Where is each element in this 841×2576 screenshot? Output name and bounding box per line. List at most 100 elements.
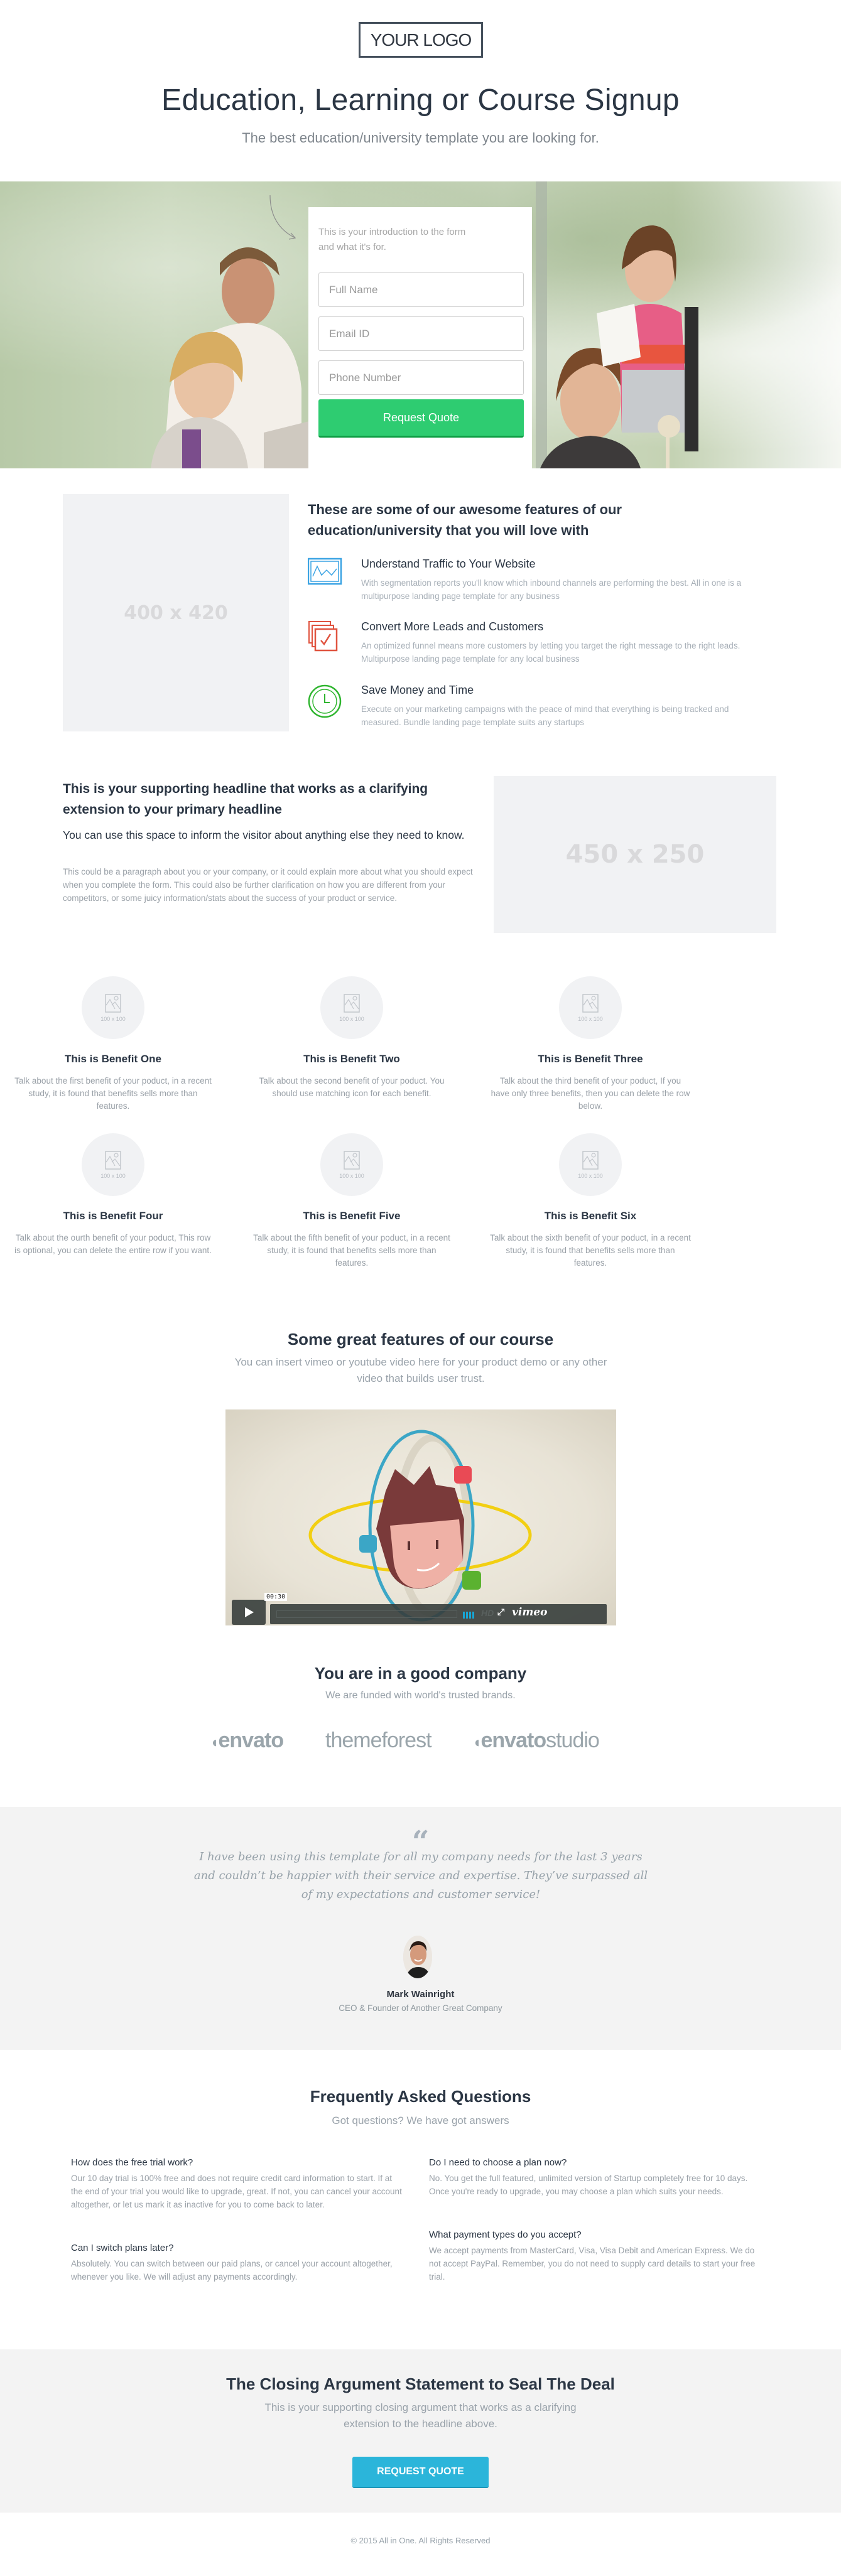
- benefit-image-placeholder: 100 x 100: [320, 1133, 383, 1196]
- supporting-body: This could be a paragraph about you or y…: [63, 867, 473, 903]
- faq-item: How does the free trial work? Our 10 day…: [71, 2157, 404, 2211]
- page-title: Education, Learning or Course Signup: [161, 84, 680, 117]
- faq-item: What payment types do you accept? We acc…: [429, 2229, 762, 2283]
- benefit-description: Talk about the ourth benefit of your pod…: [14, 1233, 212, 1255]
- landing-page: YOUR LOGO Education, Learning or Course …: [0, 0, 841, 2576]
- video-player[interactable]: 00:30 HD ⤢ vimeo: [225, 1409, 616, 1625]
- feature-title: Save Money and Time: [361, 684, 474, 696]
- faq-question: How does the free trial work?: [71, 2157, 193, 2168]
- placeholder-label: 100 x 100: [339, 1016, 364, 1022]
- testimonial-section: “ I have been using this template for al…: [0, 1807, 841, 2050]
- faq-question: What payment types do you accept?: [429, 2229, 582, 2240]
- avatar-photo: [403, 1936, 432, 1978]
- brand-logo-themeforest: themeforest: [325, 1728, 432, 1752]
- benefit-title: This is Benefit Four: [63, 1210, 163, 1222]
- supporting-headline: This is your supporting headline that wo…: [63, 782, 428, 817]
- footer-copyright: © 2015 All in One. All Rights Reserved: [350, 2536, 491, 2545]
- benefit-description: Talk about the second benefit of your po…: [259, 1076, 445, 1098]
- logo-text: YOUR LOGO: [370, 30, 472, 50]
- video-progress-bar[interactable]: [276, 1610, 457, 1618]
- closing-request-quote-button[interactable]: REQUEST QUOTE: [352, 2457, 489, 2488]
- play-button[interactable]: [232, 1600, 266, 1625]
- testimonial-name: Mark Wainright: [386, 1989, 455, 2000]
- faq-answer: We accept payments from MasterCard, Visa…: [429, 2246, 756, 2282]
- placeholder-label: 400 x 420: [124, 601, 228, 624]
- arrow-sketch-icon: [269, 195, 296, 240]
- benefit-title: This is Benefit Two: [303, 1053, 400, 1065]
- brands-title: You are in a good company: [314, 1664, 527, 1683]
- faq-item: Can I switch plans later? Absolutely. Yo…: [71, 2243, 404, 2283]
- benefit-image-placeholder: 100 x 100: [559, 1133, 622, 1196]
- feature-description: An optimized funnel means more customers…: [361, 641, 741, 664]
- faq-title: Frequently Asked Questions: [310, 2087, 531, 2106]
- faq-answer: No. You get the full featured, unlimited…: [429, 2174, 748, 2196]
- page-subtitle: The best education/university template y…: [242, 130, 599, 146]
- supporting-subheadline: You can use this space to inform the vis…: [63, 829, 465, 841]
- benefit-title: This is Benefit Five: [303, 1210, 401, 1222]
- faq-item: Do I need to choose a plan now? No. You …: [429, 2157, 762, 2198]
- placeholder-label: 100 x 100: [100, 1173, 126, 1179]
- video-section-subtitle: You can insert vimeo or youtube video he…: [234, 1356, 607, 1384]
- benefit-image-placeholder: 100 x 100: [559, 976, 622, 1039]
- closing-subtitle: This is your supporting closing argument…: [264, 2401, 577, 2430]
- full-name-input[interactable]: [318, 272, 524, 307]
- benefit-title: This is Benefit One: [65, 1053, 161, 1065]
- benefit-image-placeholder: 100 x 100: [82, 976, 144, 1039]
- placeholder-label: 450 x 250: [565, 840, 705, 869]
- faq-answer: Absolutely. You can switch between our p…: [71, 2259, 393, 2282]
- benefit-description: Talk about the fifth benefit of your pod…: [253, 1233, 450, 1268]
- benefit-description: Talk about the sixth benefit of your pod…: [490, 1233, 691, 1268]
- hd-toggle[interactable]: HD: [481, 1608, 494, 1618]
- signup-form: This is your introduction to the form an…: [308, 207, 532, 468]
- brands-subtitle: We are funded with world's trusted brand…: [325, 1690, 516, 1701]
- benefit-description: Talk about the first benefit of your pod…: [14, 1076, 212, 1111]
- benefit-title: This is Benefit Three: [538, 1053, 643, 1065]
- feature-title: Understand Traffic to Your Website: [361, 558, 536, 570]
- image-icon: [105, 1151, 121, 1170]
- video-control-bar: HD ⤢ vimeo: [270, 1604, 607, 1624]
- envato-leaf-icon: ◖: [472, 1734, 481, 1751]
- features-image-placeholder: 400 x 420: [63, 494, 289, 731]
- image-icon: [344, 994, 360, 1013]
- benefit-description: Talk about the third benefit of your pod…: [491, 1076, 690, 1111]
- clock-icon: [308, 684, 342, 718]
- vimeo-logo[interactable]: vimeo: [512, 1606, 547, 1619]
- fullscreen-icon[interactable]: ⤢: [497, 1607, 504, 1617]
- logo[interactable]: YOUR LOGO: [359, 22, 483, 58]
- avatar: [403, 1936, 432, 1978]
- placeholder-label: 100 x 100: [339, 1173, 364, 1179]
- faq-subtitle: Got questions? We have got answers: [332, 2115, 509, 2126]
- image-icon: [582, 994, 599, 1013]
- features-heading: These are some of our awesome features o…: [308, 502, 622, 538]
- testimonial-quote: I have been using this template for all …: [193, 1850, 648, 1901]
- placeholder-label: 100 x 100: [578, 1173, 603, 1179]
- supporting-image-placeholder: 450 x 250: [494, 776, 776, 933]
- volume-icon[interactable]: [463, 1612, 475, 1619]
- request-quote-button[interactable]: Request Quote: [318, 399, 524, 438]
- benefit-title: This is Benefit Six: [544, 1210, 637, 1222]
- phone-input[interactable]: [318, 360, 524, 395]
- faq-question: Can I switch plans later?: [71, 2243, 174, 2253]
- brand-logo-envato: ◖envato: [210, 1728, 284, 1752]
- feature-title: Convert More Leads and Customers: [361, 620, 544, 633]
- image-icon: [344, 1151, 360, 1170]
- feature-description: With segmentation reports you'll know wh…: [361, 578, 742, 601]
- closing-section: The Closing Argument Statement to Seal T…: [0, 2349, 841, 2513]
- placeholder-label: 100 x 100: [100, 1016, 126, 1022]
- envato-leaf-icon: ◖: [210, 1734, 219, 1751]
- feature-description: Execute on your marketing campaigns with…: [361, 704, 729, 727]
- faq-question: Do I need to choose a plan now?: [429, 2157, 567, 2168]
- image-icon: [105, 994, 121, 1013]
- benefit-image-placeholder: 100 x 100: [320, 976, 383, 1039]
- documents-check-icon: [308, 621, 338, 652]
- faq-answer: Our 10 day trial is 100% free and does n…: [71, 2174, 402, 2209]
- testimonial-role: CEO & Founder of Another Great Company: [339, 2003, 502, 2013]
- benefit-image-placeholder: 100 x 100: [82, 1133, 144, 1196]
- closing-title: The Closing Argument Statement to Seal T…: [226, 2374, 615, 2393]
- video-section-title: Some great features of our course: [287, 1330, 554, 1349]
- email-input[interactable]: [318, 316, 524, 351]
- video-time-tooltip: 00:30: [264, 1593, 288, 1601]
- chart-icon: [308, 558, 342, 585]
- image-icon: [582, 1151, 599, 1170]
- placeholder-label: 100 x 100: [578, 1016, 603, 1022]
